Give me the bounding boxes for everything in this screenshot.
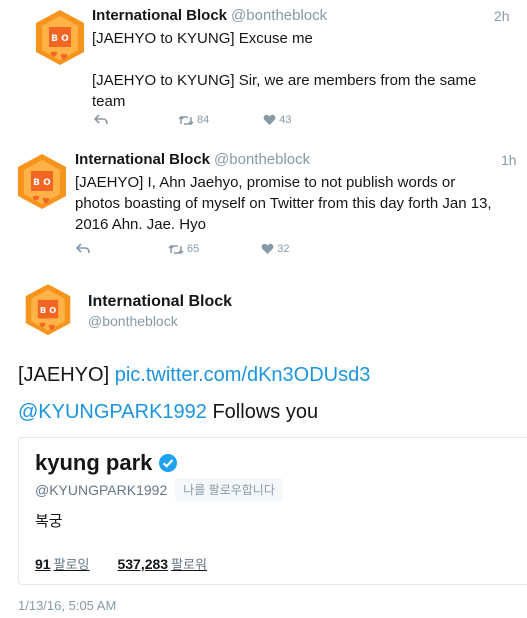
svg-text:B O: B O [51, 34, 69, 44]
retweet-button[interactable]: 65 [168, 243, 199, 255]
like-button[interactable]: 32 [261, 243, 290, 255]
retweet-count: 84 [197, 114, 210, 126]
pic-link[interactable]: pic.twitter.com/dKn3ODUsd3 [115, 364, 371, 386]
svg-text:B O: B O [40, 305, 56, 315]
profile-card[interactable]: kyung park @KYUNGPARK1992 나를 팔로우합니다 복궁 9… [18, 437, 527, 585]
tweet-text: [JAEHYO to KYUNG] Excuse me [JAEHYO to K… [92, 28, 502, 112]
retweet-icon [178, 115, 194, 125]
retweet-icon [168, 244, 184, 254]
author-handle[interactable]: @bontheblock [231, 7, 327, 24]
like-button[interactable]: 43 [263, 114, 292, 126]
verified-badge-icon [159, 454, 178, 472]
tweet-text-prefix: [JAEHYO] [18, 364, 110, 386]
follows-you-text: Follows you [212, 401, 319, 423]
author-handle[interactable]: @bontheblock [214, 151, 310, 168]
avatar-logo: B O [36, 10, 84, 65]
following-count: 91 [35, 556, 51, 572]
tweet-text: [JAEHYO] pic.twitter.com/dKn3ODUsd3 [18, 364, 370, 387]
profile-bio: 복궁 [35, 513, 63, 530]
reply-button[interactable] [94, 114, 108, 126]
avatar-logo: B O [25, 284, 71, 336]
tweet-author[interactable]: International Block @bontheblock [92, 7, 327, 24]
followers-label: 팔로워 [171, 557, 207, 572]
follow-notice: @KYUNGPARK1992 Follows you [18, 401, 318, 424]
like-count: 43 [279, 114, 292, 126]
reply-icon [94, 114, 108, 125]
heart-icon [261, 243, 274, 254]
retweet-button[interactable]: 84 [178, 114, 209, 126]
tweet-line: [JAEHYO to KYUNG] Excuse me [92, 30, 313, 47]
tweet-line: [JAEHYO to KYUNG] Sir, we are members fr… [92, 72, 477, 110]
following-label: 팔로잉 [53, 557, 90, 572]
following-stat[interactable]: 91 팔로잉 [35, 554, 89, 573]
author-name[interactable]: International Block [88, 293, 232, 311]
profile-name-text: kyung park [35, 450, 153, 475]
tweet-timestamp[interactable]: 1/13/16, 5:05 AM [18, 598, 116, 613]
avatar-logo: B O [18, 154, 66, 209]
avatar[interactable]: B O [32, 8, 88, 70]
tweet-text: [JAEHYO] I, Ahn Jaehyo, promise to not p… [75, 174, 492, 233]
author-name[interactable]: International Block [92, 7, 227, 24]
reply-icon [76, 243, 90, 254]
tweet-time[interactable]: 2h [494, 8, 510, 24]
tweet-author[interactable]: International Block @bontheblock [75, 151, 310, 168]
tweet-actions: 65 32 [76, 243, 290, 255]
reply-button[interactable] [76, 243, 90, 255]
followers-stat[interactable]: 537,283 팔로워 [117, 554, 207, 573]
profile-handle-text: @KYUNGPARK1992 [35, 481, 168, 498]
follows-you-badge: 나를 팔로우합니다 [175, 478, 283, 501]
heart-icon [263, 114, 276, 125]
mention-link[interactable]: @KYUNGPARK1992 [18, 401, 207, 423]
svg-text:B O: B O [33, 178, 51, 188]
author-handle[interactable]: @bontheblock [88, 313, 178, 329]
followers-count: 537,283 [117, 556, 169, 572]
profile-handle: @KYUNGPARK1992 나를 팔로우합니다 [35, 478, 283, 501]
avatar[interactable]: B O [14, 152, 70, 214]
like-count: 32 [277, 243, 290, 255]
avatar[interactable]: B O [22, 282, 74, 340]
profile-stats: 91 팔로잉 537,283 팔로워 [35, 554, 207, 573]
tweet-actions: 84 43 [94, 114, 292, 126]
author-name[interactable]: International Block [75, 151, 210, 168]
tweet-time[interactable]: 1h [501, 152, 517, 168]
retweet-count: 65 [187, 243, 200, 255]
profile-name[interactable]: kyung park [35, 450, 178, 476]
